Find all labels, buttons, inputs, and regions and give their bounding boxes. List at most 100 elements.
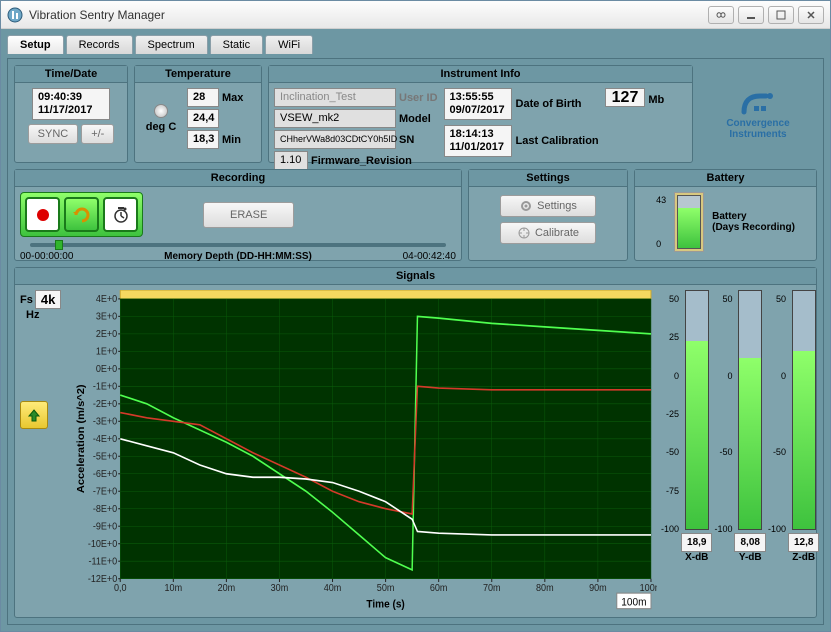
panel-settings-head: Settings <box>469 170 627 187</box>
timezone-button[interactable]: +/- <box>81 124 114 144</box>
meter-z: 12,8 Z-dB <box>786 290 821 612</box>
panel-recording-head: Recording <box>15 170 461 187</box>
temperature-led <box>154 104 168 118</box>
svg-text:-7E+0: -7E+0 <box>93 486 117 498</box>
memory-right: 04-00:42:40 <box>403 251 456 262</box>
cal-field: 18:14:1311/01/2017 <box>444 125 512 157</box>
top-row: Time/Date 09:40:39 11/17/2017 SYNC +/- <box>14 65 817 163</box>
chart[interactable]: 4E+03E+02E+01E+00E+0-1E+0-2E+0-3E+0-4E+0… <box>74 290 657 612</box>
meter-tick: -25 <box>661 409 679 419</box>
meter-tick: -50 <box>768 447 786 457</box>
svg-text:70m: 70m <box>483 583 501 595</box>
batt-scale-bot: 0 <box>656 239 666 249</box>
memory-slider[interactable] <box>30 243 446 247</box>
svg-text:-2E+0: -2E+0 <box>93 399 117 411</box>
minimize-button[interactable] <box>738 6 764 24</box>
userid-field[interactable]: Inclination_Test <box>274 88 396 107</box>
clock-date: 11/17/2017 <box>38 104 104 117</box>
timer-button[interactable] <box>103 197 138 232</box>
temp-max-label: Max <box>222 92 243 104</box>
svg-text:50m: 50m <box>377 583 395 595</box>
temp-min-label: Min <box>222 134 241 146</box>
maximize-button[interactable] <box>768 6 794 24</box>
meter-tick: 25 <box>661 332 679 342</box>
meter-tick: -75 <box>661 486 679 496</box>
tab-wifi[interactable]: WiFi <box>265 35 313 54</box>
svg-text:-3E+0: -3E+0 <box>93 416 117 428</box>
sn-field: CHherVWa8d03CDtCY0h5ID <box>274 130 396 149</box>
panel-temperature-head: Temperature <box>135 66 261 83</box>
meter-z-label: Z-dB <box>786 552 821 563</box>
panel-battery-head: Battery <box>635 170 816 187</box>
meter-tick: 0 <box>661 371 679 381</box>
firmware-field: 1.10 <box>274 151 308 170</box>
meter-tick: 50 <box>661 294 679 304</box>
cal-date: 11/01/2017 <box>450 141 506 154</box>
autorecord-button[interactable] <box>64 197 99 232</box>
meter-x: 18,9 X-dB <box>679 290 714 612</box>
panel-settings: Settings Settings Calibrate <box>468 169 628 261</box>
clock-time: 09:40:39 <box>38 91 104 104</box>
cal-label: Last Calibration <box>516 135 599 147</box>
meter-x-label: X-dB <box>679 552 714 563</box>
meter-tick: 0 <box>714 371 732 381</box>
svg-text:Acceleration (m/s^2): Acceleration (m/s^2) <box>76 384 87 493</box>
setup-pane: Time/Date 09:40:39 11/17/2017 SYNC +/- <box>7 58 824 625</box>
panel-instrument-head: Instrument Info <box>269 66 692 83</box>
calibrate-button-label: Calibrate <box>535 227 579 239</box>
svg-text:-1E+0: -1E+0 <box>93 381 117 393</box>
temperature-unit: deg C <box>146 121 177 133</box>
close-button[interactable] <box>798 6 824 24</box>
svg-text:30m: 30m <box>271 583 289 595</box>
fs-value[interactable]: 4k <box>35 290 61 309</box>
panel-signals-head: Signals <box>15 268 816 285</box>
mem-unit: Mb <box>648 94 664 106</box>
record-button[interactable] <box>25 197 60 232</box>
panel-recording: Recording ERASE <box>14 169 462 261</box>
meter-z-value: 12,8 <box>788 533 819 552</box>
svg-text:80m: 80m <box>536 583 554 595</box>
svg-text:4E+0: 4E+0 <box>96 294 117 306</box>
dob-date: 09/07/2017 <box>450 104 506 117</box>
meter-tick: -100 <box>661 524 679 534</box>
client-area: Setup Records Spectrum Static WiFi Time/… <box>1 29 830 631</box>
settings-button[interactable]: Settings <box>500 195 596 217</box>
tab-setup[interactable]: Setup <box>7 35 64 54</box>
titlebar: Vibration Sentry Manager <box>1 1 830 29</box>
brand-text-2: Instruments <box>729 129 786 140</box>
svg-text:-4E+0: -4E+0 <box>93 434 117 446</box>
dob-time: 13:55:55 <box>450 91 506 104</box>
erase-button[interactable]: ERASE <box>203 202 294 228</box>
tab-static[interactable]: Static <box>210 35 264 54</box>
svg-text:-10E+0: -10E+0 <box>88 539 117 551</box>
tab-records[interactable]: Records <box>66 35 133 54</box>
meter-tick: -100 <box>768 524 786 534</box>
brand-logo: Convergence Instruments <box>699 65 817 163</box>
settings-button-label: Settings <box>537 200 577 212</box>
meter-y: 8,08 Y-dB <box>732 290 767 612</box>
export-up-button[interactable] <box>20 401 48 429</box>
app-icon <box>7 7 23 23</box>
svg-text:-9E+0: -9E+0 <box>93 521 117 533</box>
sync-button[interactable]: SYNC <box>28 124 79 144</box>
meter-y-value: 8,08 <box>734 533 765 552</box>
calibrate-icon <box>517 226 531 240</box>
meter-ticks: 50 25 0 -25 -50 -75 -100 <box>661 294 679 534</box>
level-meters: 50 25 0 -25 -50 -75 -100 18,9 X-dB <box>661 290 811 612</box>
convergence-icon <box>736 88 780 118</box>
meter-tick: -50 <box>714 447 732 457</box>
meter-y-label: Y-dB <box>732 552 767 563</box>
userid-label: User ID <box>399 92 438 104</box>
svg-text:-6E+0: -6E+0 <box>93 469 117 481</box>
arrow-up-icon <box>26 407 42 423</box>
panel-timedate-head: Time/Date <box>15 66 127 83</box>
meter-tick: -50 <box>661 447 679 457</box>
svg-text:0E+0: 0E+0 <box>96 364 117 376</box>
memory-slider-thumb[interactable] <box>55 240 63 250</box>
window-buttons <box>708 6 824 24</box>
help-button[interactable] <box>708 6 734 24</box>
calibrate-button[interactable]: Calibrate <box>500 222 596 244</box>
tab-spectrum[interactable]: Spectrum <box>135 35 208 54</box>
batt-label-2: (Days Recording) <box>712 222 795 233</box>
mem-value: 127 <box>605 88 646 107</box>
